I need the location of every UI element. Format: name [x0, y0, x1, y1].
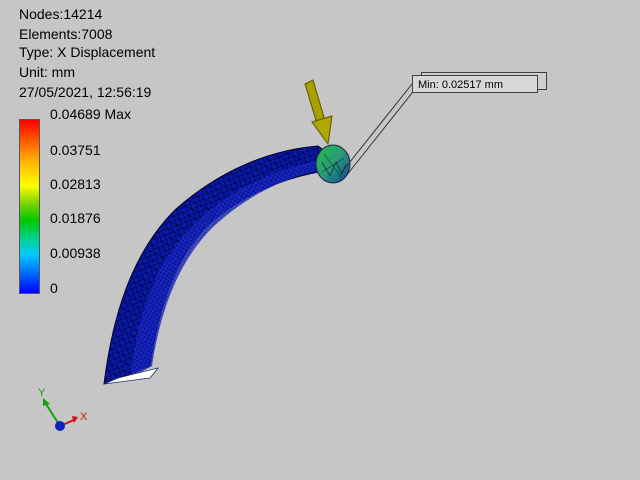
triad-x-label: X	[80, 411, 88, 423]
min-value-callout[interactable]: Min: 0.02517 mm	[412, 75, 538, 93]
model-scene[interactable]: Y X	[0, 0, 640, 480]
coordinate-triad: Y X	[38, 387, 88, 431]
load-arrow[interactable]	[304, 79, 333, 146]
triad-y-label: Y	[38, 387, 46, 399]
tube-inner-band	[130, 160, 340, 378]
graphics-viewport[interactable]: Nodes:14214 Elements:7008 Type: X Displa…	[0, 0, 640, 480]
min-callout-leader	[341, 83, 413, 173]
tube-top-endcap[interactable]	[315, 144, 351, 184]
